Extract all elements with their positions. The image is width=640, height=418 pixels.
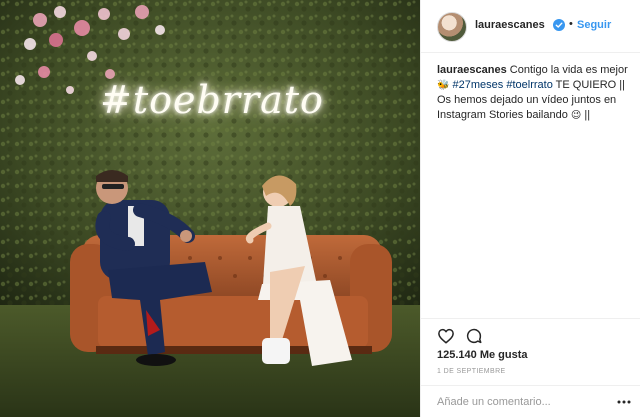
post-date[interactable]: 1 DE SEPTIEMBRE — [437, 368, 506, 375]
follow-button[interactable]: Seguir — [577, 19, 611, 31]
avatar[interactable] — [437, 12, 467, 42]
likes-count[interactable]: 125.140 Me gusta — [437, 349, 528, 361]
neon-sign-text: #toebrrato — [100, 78, 324, 122]
post-header: lauraescanes • Seguir — [421, 0, 640, 53]
hashtag-link[interactable]: #27meses — [453, 79, 504, 91]
photo-illustration — [0, 0, 420, 417]
separator-dot: • — [569, 18, 573, 30]
comment-input[interactable] — [437, 393, 607, 411]
header-username[interactable]: lauraescanes — [475, 19, 545, 31]
heart-icon[interactable] — [437, 327, 455, 345]
wink-emoji-icon: 😉 — [570, 110, 582, 121]
caption-text: Contigo la vida es mejor — [506, 64, 628, 76]
comment-bar — [421, 385, 640, 418]
more-dots-icon[interactable] — [617, 400, 631, 404]
bee-emoji-icon: 🐝 — [437, 80, 450, 91]
instagram-post: #toebrrato lauraescanes • Seguir lauraes… — [0, 0, 640, 417]
post-photo[interactable]: #toebrrato — [0, 0, 420, 417]
post-sidebar: lauraescanes • Seguir lauraescanes Conti… — [420, 0, 640, 417]
action-bar — [421, 318, 640, 349]
hashtag-link[interactable]: #toelrrato — [506, 79, 552, 91]
verified-badge-icon — [553, 19, 565, 31]
caption-text: || — [581, 109, 591, 121]
post-caption: lauraescanes Contigo la vida es mejor 🐝 … — [437, 63, 632, 123]
comment-bubble-icon[interactable] — [465, 327, 483, 345]
caption-username[interactable]: lauraescanes — [437, 64, 507, 76]
